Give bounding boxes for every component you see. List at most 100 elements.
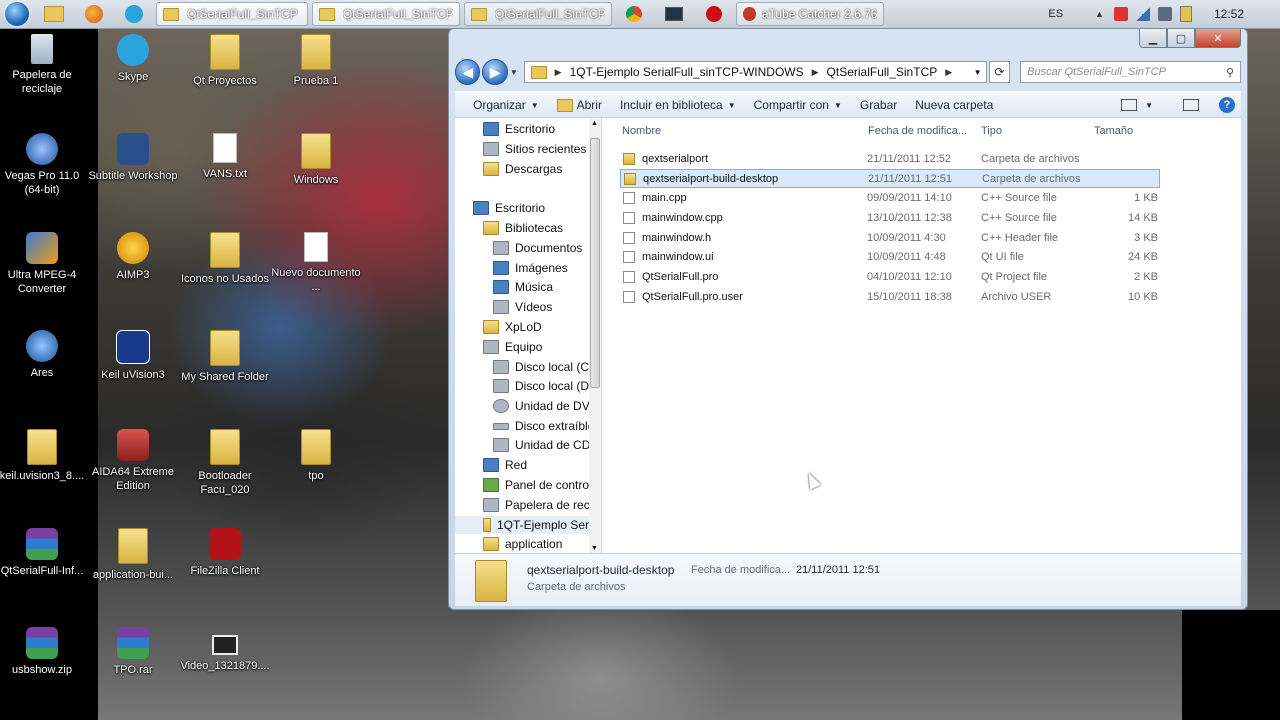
file-row[interactable]: main.cpp 09/09/2011 14:10 C++ Source fil… (620, 189, 1160, 208)
column-header-name[interactable]: Nombre (622, 122, 661, 140)
minimize-button[interactable]: ▁ (1139, 29, 1167, 48)
breadcrumb-item[interactable]: QtSerialFull_SinTCP (827, 65, 938, 79)
chevron-down-icon[interactable]: ▼ (970, 68, 986, 77)
desktop-icon-nuevo-documento[interactable]: Nuevo documento ... (271, 232, 361, 294)
desktop-icon-my-shared-folder[interactable]: My Shared Folder (180, 330, 270, 384)
taskbar-window-2[interactable]: QtSerialFull_SinTCP (312, 2, 460, 26)
desktop-icon-vans[interactable]: VANS.txt (180, 133, 270, 181)
tray-expand-icon[interactable]: ▲ (1095, 9, 1104, 19)
nav-item-recycle-bin[interactable]: Papelera de recic (483, 496, 598, 514)
language-indicator[interactable]: ES (1048, 8, 1063, 20)
file-row[interactable]: mainwindow.cpp 13/10/2011 12:38 C++ Sour… (620, 209, 1160, 228)
desktop-icon-filezilla[interactable]: FileZilla Client (180, 528, 270, 578)
taskbar-pin-skype[interactable] (117, 2, 151, 26)
file-row[interactable]: qextserialport 21/11/2011 12:52 Carpeta … (620, 150, 1160, 169)
desktop-icon-tpo-rar[interactable]: TPO.rar (88, 627, 178, 677)
file-row[interactable]: QtSerialFull.pro 04/10/2011 12:10 Qt Pro… (620, 268, 1160, 287)
close-button[interactable]: ✕ (1195, 29, 1241, 48)
chevron-right-icon[interactable]: ▶ (555, 67, 562, 78)
share-with-menu[interactable]: Compartir con ▼ (754, 98, 842, 112)
file-row[interactable]: QtSerialFull.pro.user 15/10/2011 18:38 A… (620, 288, 1160, 307)
nav-item-libraries[interactable]: Bibliotecas (483, 219, 563, 237)
battery-icon[interactable] (1179, 6, 1192, 22)
nav-item-computer[interactable]: Equipo (483, 338, 542, 356)
nav-item-music[interactable]: Música (493, 278, 553, 296)
refresh-button[interactable]: ⟳ (988, 61, 1011, 83)
nav-item-removable[interactable]: Disco extraíble (493, 417, 594, 435)
taskbar-pin-explorer[interactable] (37, 2, 71, 26)
column-header-size[interactable]: Tamaño (1094, 122, 1133, 140)
nav-item-pictures[interactable]: Imágenes (493, 259, 568, 277)
desktop-icon-tpo[interactable]: tpo (271, 429, 361, 483)
desktop-icon-vegas[interactable]: Vegas Pro 11.0 (64-bit) (0, 133, 87, 197)
breadcrumb-item[interactable]: 1QT-Ejemplo SerialFull_sinTCP-WINDOWS (570, 65, 804, 79)
desktop-icon-qt-proyectos[interactable]: Qt Proyectos (180, 34, 270, 88)
address-bar[interactable]: ▶ 1QT-Ejemplo SerialFull_sinTCP-WINDOWS … (523, 61, 987, 83)
scroll-down-icon[interactable]: ▼ (591, 545, 598, 552)
include-in-library-menu[interactable]: Incluir en biblioteca ▼ (620, 98, 736, 112)
forward-button[interactable]: ▶ (482, 59, 508, 85)
column-header-date[interactable]: Fecha de modifica... (868, 122, 967, 140)
chevron-right-icon[interactable]: ▶ (945, 67, 952, 78)
file-row-selected[interactable]: qextserialport-build-desktop 21/11/2011 … (620, 169, 1160, 188)
chevron-down-icon[interactable]: ▼ (1145, 101, 1153, 110)
desktop-icon-prueba1[interactable]: Prueba 1 (271, 34, 361, 88)
nav-item-desktop[interactable]: Escritorio (473, 199, 545, 217)
new-folder-button[interactable]: Nueva carpeta (915, 98, 993, 112)
start-button[interactable] (0, 0, 34, 28)
organize-menu[interactable]: Organizar ▼ (473, 98, 539, 112)
taskbar-pin-opera[interactable] (697, 2, 731, 26)
scroll-up-icon[interactable]: ▲ (591, 120, 598, 127)
nav-item-xplod[interactable]: XpLoD (483, 318, 542, 336)
desktop-icon-ares[interactable]: Ares (0, 330, 87, 380)
desktop-icon-windows[interactable]: Windows (271, 133, 361, 187)
desktop-icon-bootloader[interactable]: Bootloader Facu_020 (180, 429, 270, 497)
preview-pane-icon[interactable] (1183, 99, 1199, 111)
desktop-icon-video[interactable]: Video_1321879.... (180, 627, 270, 673)
desktop-icon-iconos-no-usados[interactable]: Iconos no Usados (180, 232, 270, 286)
nav-item-videos[interactable]: Vídeos (493, 298, 552, 316)
desktop-icon-keil[interactable]: Keil uVision3 (88, 330, 178, 382)
nav-item-cd[interactable]: Unidad de CD ( (493, 436, 598, 454)
search-input[interactable]: Buscar QtSerialFull_SinTCP ⚲ (1020, 61, 1241, 83)
view-options-icon[interactable] (1121, 99, 1138, 111)
nav-item-dvd[interactable]: Unidad de DVD (493, 397, 598, 415)
desktop-icon-qtserialfull-archive[interactable]: QtSerialFull-Inf... (0, 528, 87, 578)
nav-item-downloads[interactable]: Descargas (483, 160, 562, 178)
desktop-icon-application-build[interactable]: application-bui... (88, 528, 178, 582)
desktop-icon-recycle-bin[interactable]: Papelera de reciclaje (0, 34, 87, 96)
desktop-icon-usbshow[interactable]: usbshow.zip (0, 627, 87, 677)
taskbar-window-atube[interactable]: aTube Catcher 2.6.76... (736, 2, 884, 26)
maximize-button[interactable]: ▢ (1167, 29, 1195, 48)
recent-pages-dropdown[interactable]: ▼ (510, 68, 520, 77)
desktop-icon-keil-archive[interactable]: keil.uvision3_8.... (0, 429, 87, 483)
volume-icon[interactable] (1157, 7, 1172, 21)
network-error-icon[interactable] (1113, 7, 1128, 21)
open-button[interactable]: Abrir (556, 98, 602, 112)
nav-item-control-panel[interactable]: Panel de control (483, 476, 592, 494)
desktop-icon-subtitle-workshop[interactable]: Subtitle Workshop (88, 133, 178, 183)
desktop-icon-skype[interactable]: Skype (88, 34, 178, 84)
signal-icon[interactable] (1135, 7, 1150, 21)
nav-item-disk-d[interactable]: Disco local (D:) (493, 377, 596, 395)
taskbar-pin-chrome[interactable] (617, 2, 651, 26)
nav-item-documents[interactable]: Documentos (493, 239, 582, 257)
nav-item-1qt-ejemplo[interactable]: 1QT-Ejemplo Ser (455, 516, 589, 534)
clock[interactable]: 12:52 (1214, 7, 1244, 21)
taskbar-window-1[interactable]: QtSerialFull_SinTCP (156, 2, 308, 26)
help-icon[interactable]: ? (1219, 97, 1235, 113)
desktop-icon-aimp3[interactable]: AIMP3 (88, 232, 178, 282)
search-icon[interactable]: ⚲ (1226, 66, 1234, 79)
nav-item-recent-places[interactable]: Sitios recientes (483, 140, 586, 158)
taskbar-window-3[interactable]: QtSerialFull_SinTCP (464, 2, 612, 26)
back-button[interactable]: ◀ (455, 59, 481, 85)
taskbar-pin-terminal[interactable] (657, 2, 691, 26)
taskbar-pin-firefox[interactable] (77, 2, 111, 26)
nav-item-desktop-fav[interactable]: Escritorio (483, 120, 555, 138)
nav-item-network[interactable]: Red (483, 456, 527, 474)
chevron-right-icon[interactable]: ▶ (812, 67, 819, 78)
column-header-type[interactable]: Tipo (981, 122, 1002, 140)
scrollbar-thumb[interactable] (590, 138, 600, 388)
desktop-icon-ultra-mpeg[interactable]: Ultra MPEG-4 Converter (0, 232, 87, 296)
file-row[interactable]: mainwindow.h 10/09/2011 4:30 C++ Header … (620, 229, 1160, 248)
